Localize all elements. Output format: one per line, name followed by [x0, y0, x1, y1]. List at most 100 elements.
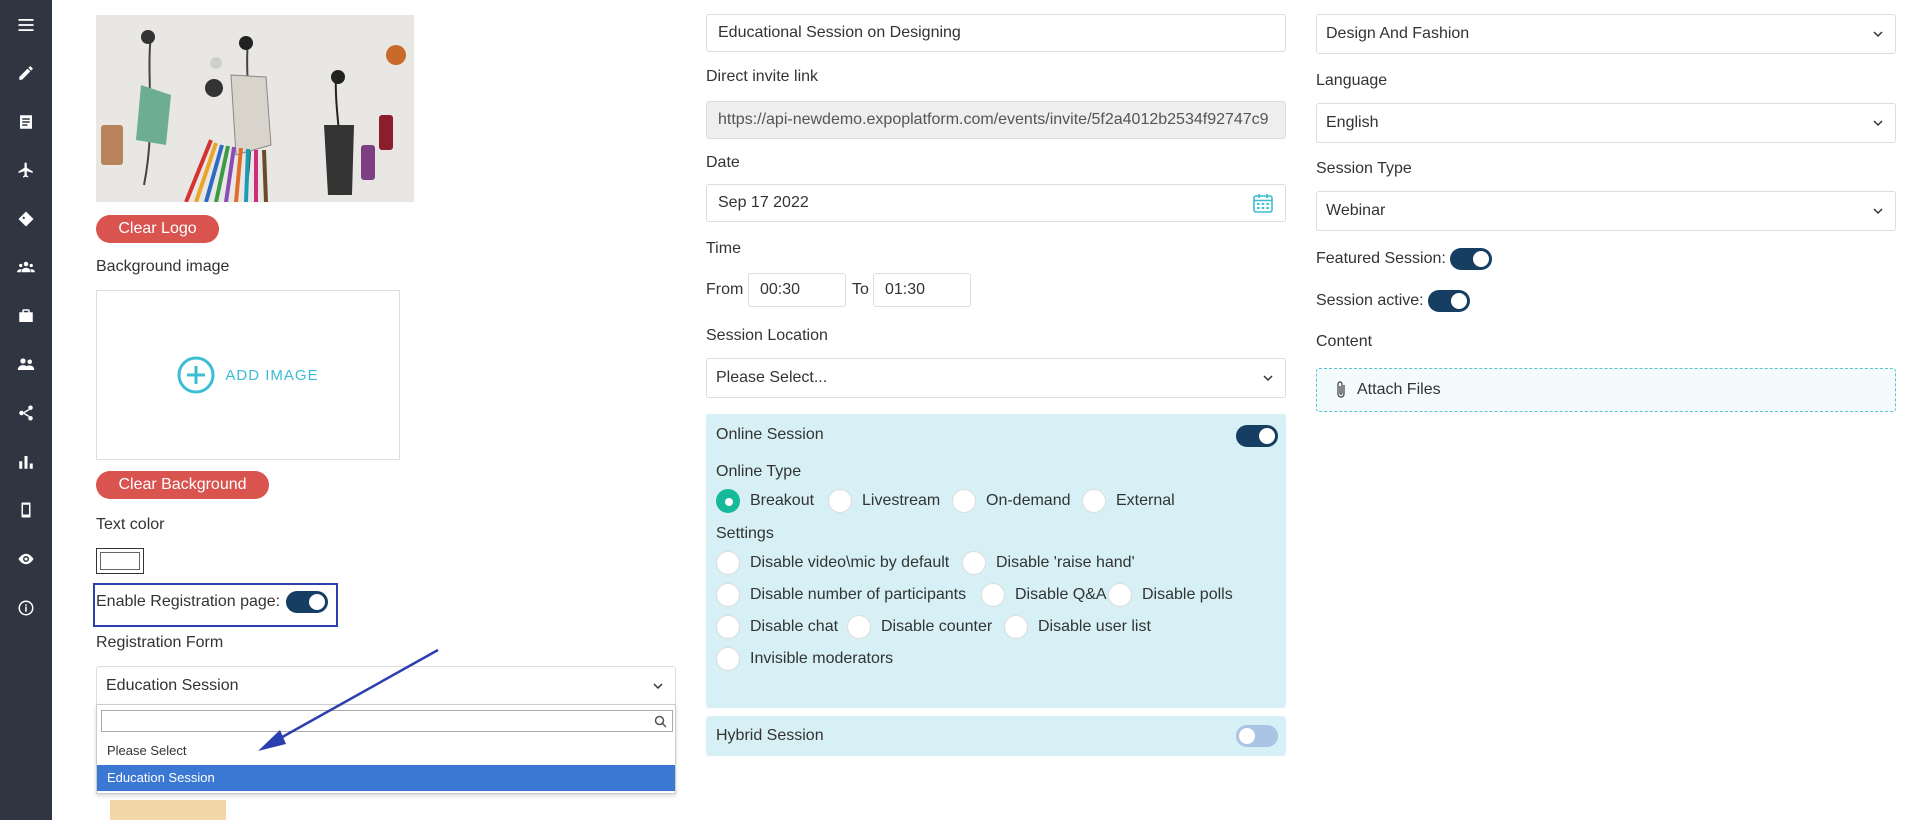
registration-form-value: Education Session: [106, 677, 239, 694]
enable-registration-toggle[interactable]: [286, 591, 329, 613]
session-location-select[interactable]: Please Select...: [706, 358, 1286, 398]
checkbox-invisible-moderators[interactable]: [716, 647, 740, 671]
mobile-icon[interactable]: [14, 498, 38, 522]
session-location-label: Session Location: [706, 327, 828, 344]
document-icon[interactable]: [14, 110, 38, 134]
attach-files-label: Attach Files: [1357, 381, 1441, 398]
group-icon[interactable]: [14, 255, 38, 279]
sidebar: [0, 0, 52, 820]
hybrid-session-label: Hybrid Session: [716, 727, 824, 744]
chevron-down-icon: [1873, 120, 1883, 127]
plane-icon[interactable]: [14, 158, 38, 182]
checkbox-disable-video[interactable]: [716, 551, 740, 575]
search-icon: [654, 715, 667, 728]
radio-breakout[interactable]: [716, 489, 740, 513]
thumbnail-image: [110, 800, 226, 820]
tag-icon[interactable]: [14, 207, 38, 231]
online-type-breakout[interactable]: Breakout: [716, 489, 814, 513]
session-active-toggle[interactable]: [1427, 290, 1470, 312]
featured-session-toggle[interactable]: [1449, 248, 1492, 270]
radio-livestream[interactable]: [828, 489, 852, 513]
background-image-dropzone[interactable]: ADD IMAGE: [96, 290, 400, 460]
setting-disable-qa[interactable]: Disable Q&A: [981, 583, 1107, 607]
language-label: Language: [1316, 72, 1388, 89]
content-label: Content: [1316, 333, 1373, 350]
session-type-value: Webinar: [1326, 202, 1386, 219]
setting-disable-user-list[interactable]: Disable user list: [1004, 615, 1151, 639]
checkbox-disable-counter[interactable]: [847, 615, 871, 639]
date-value: Sep 17 2022: [718, 194, 809, 211]
add-image-label: ADD IMAGE: [225, 366, 319, 384]
text-color-picker[interactable]: [96, 548, 144, 574]
setting-disable-video[interactable]: Disable video\mic by default: [716, 551, 949, 575]
enable-registration-row: Enable Registration page:: [96, 591, 329, 613]
checkbox-disable-polls[interactable]: [1108, 583, 1132, 607]
eye-icon[interactable]: [14, 547, 38, 571]
paperclip-icon: [1337, 381, 1345, 398]
clear-logo-button[interactable]: Clear Logo: [96, 215, 219, 243]
setting-disable-participants[interactable]: Disable number of participants: [716, 583, 966, 607]
registration-form-label: Registration Form: [96, 634, 224, 651]
setting-disable-raise-hand[interactable]: Disable 'raise hand': [962, 551, 1135, 575]
plus-circle-icon: [177, 356, 215, 394]
text-color-label: Text color: [96, 516, 165, 533]
session-type-label: Session Type: [1316, 160, 1412, 177]
online-session-panel: Online Session Online Type Breakout Live…: [706, 414, 1286, 708]
from-time-input[interactable]: 00:30: [748, 273, 846, 307]
featured-session-label: Featured Session:: [1316, 250, 1446, 267]
online-session-toggle[interactable]: [1236, 425, 1278, 447]
checkbox-disable-raise-hand[interactable]: [962, 551, 986, 575]
online-type-on-demand[interactable]: On-demand: [952, 489, 1071, 513]
checkbox-disable-chat[interactable]: [716, 615, 740, 639]
clear-background-button[interactable]: Clear Background: [96, 471, 269, 499]
online-session-label: Online Session: [716, 426, 824, 443]
setting-disable-counter[interactable]: Disable counter: [847, 615, 992, 639]
radio-on-demand[interactable]: [952, 489, 976, 513]
date-input[interactable]: Sep 17 2022: [706, 184, 1286, 222]
from-label: From: [706, 281, 744, 298]
featured-session-row: Featured Session:: [1316, 248, 1492, 270]
dropdown-option-education-session[interactable]: Education Session: [97, 765, 675, 791]
share-icon[interactable]: [14, 401, 38, 425]
briefcase-icon[interactable]: [14, 304, 38, 328]
category-value: Design And Fashion: [1326, 25, 1470, 42]
hybrid-session-toggle[interactable]: [1236, 725, 1278, 747]
language-value: English: [1326, 114, 1379, 131]
session-active-label: Session active:: [1316, 292, 1424, 309]
invite-link-input[interactable]: https://api-newdemo.expoplatform.com/eve…: [706, 101, 1286, 139]
enable-registration-label: Enable Registration page:: [96, 593, 281, 610]
session-location-value: Please Select...: [716, 369, 828, 386]
calendar-icon[interactable]: [1252, 192, 1274, 214]
radio-external[interactable]: [1082, 489, 1106, 513]
time-label: Time: [706, 240, 741, 257]
setting-disable-chat[interactable]: Disable chat: [716, 615, 838, 639]
annotation-arrow: [258, 648, 439, 751]
checkbox-disable-qa[interactable]: [981, 583, 1005, 607]
settings-label: Settings: [716, 525, 774, 542]
checkbox-disable-user-list[interactable]: [1004, 615, 1028, 639]
to-time-input[interactable]: 01:30: [873, 273, 971, 307]
date-label: Date: [706, 154, 740, 171]
session-type-select[interactable]: Webinar: [1316, 191, 1896, 231]
hybrid-session-panel: Hybrid Session: [706, 716, 1286, 756]
checkbox-disable-participants[interactable]: [716, 583, 740, 607]
online-type-livestream[interactable]: Livestream: [828, 489, 940, 513]
background-image-label: Background image: [96, 258, 230, 275]
chevron-down-icon: [1873, 208, 1883, 215]
users-icon[interactable]: [14, 352, 38, 376]
category-select[interactable]: Design And Fashion: [1316, 14, 1896, 54]
pencil-icon[interactable]: [14, 61, 38, 85]
add-image-button[interactable]: ADD IMAGE: [177, 356, 318, 394]
chevron-down-icon: [653, 683, 663, 690]
setting-invisible-moderators[interactable]: Invisible moderators: [716, 647, 893, 671]
attach-files-button[interactable]: Attach Files: [1316, 368, 1896, 412]
online-type-external[interactable]: External: [1082, 489, 1175, 513]
menu-icon[interactable]: [14, 13, 38, 37]
language-select[interactable]: English: [1316, 103, 1896, 143]
bar-chart-icon[interactable]: [14, 450, 38, 474]
chevron-down-icon: [1263, 375, 1273, 382]
setting-disable-polls[interactable]: Disable polls: [1108, 583, 1233, 607]
session-name-input[interactable]: Educational Session on Designing: [706, 14, 1286, 52]
info-icon[interactable]: [14, 596, 38, 620]
to-label: To: [852, 281, 869, 298]
